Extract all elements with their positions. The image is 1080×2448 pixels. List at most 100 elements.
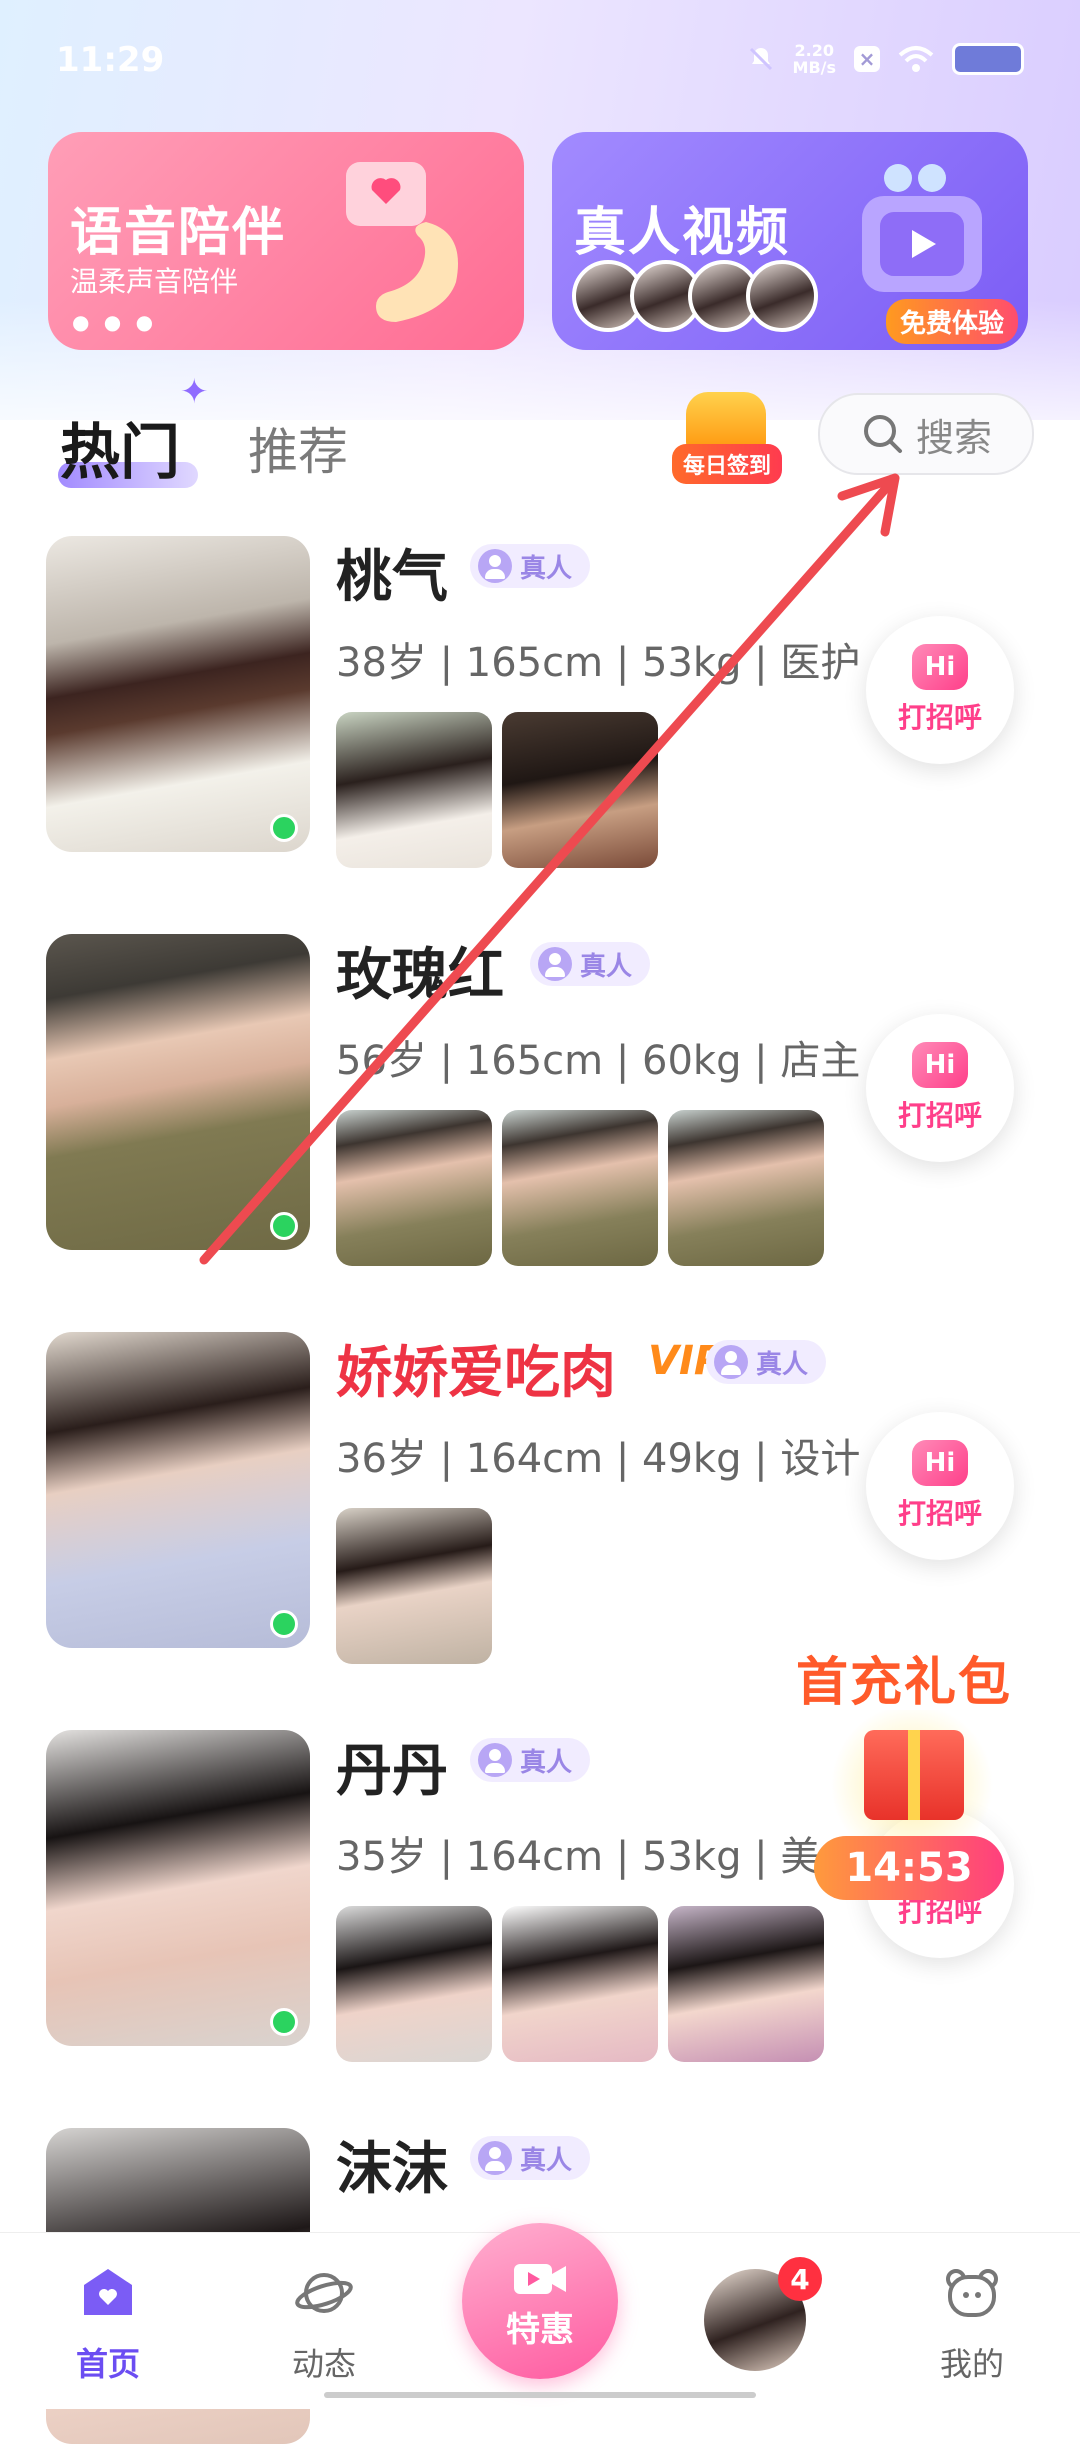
real-person-badge: 真人 xyxy=(470,2136,591,2180)
real-person-badge: 真人 xyxy=(530,942,651,986)
greet-button[interactable]: Hi 打招呼 xyxy=(866,616,1014,764)
daily-checkin-label: 每日签到 xyxy=(672,444,782,484)
planet-icon xyxy=(295,2273,353,2313)
real-person-label: 真人 xyxy=(520,2145,573,2176)
profile-photo[interactable] xyxy=(668,1110,824,1266)
real-person-label: 真人 xyxy=(520,1747,573,1778)
status-time: 11:29 xyxy=(56,40,165,80)
photo-strip xyxy=(336,1906,824,2062)
profile-avatar[interactable] xyxy=(46,934,310,1250)
greet-button[interactable]: Hi 打招呼 xyxy=(866,1014,1014,1162)
mini-avatar xyxy=(746,260,818,332)
profile-photo[interactable] xyxy=(336,1906,492,2062)
gift-title: 首充礼包 xyxy=(796,1653,1013,1713)
real-person-label: 真人 xyxy=(520,553,573,584)
profile-name: 桃气 xyxy=(336,545,448,610)
photo-strip xyxy=(336,1508,492,1664)
profile-name: 丹丹 xyxy=(336,1739,448,1804)
nav-dynamic[interactable]: 动态 xyxy=(254,2263,394,2385)
profile-avatar[interactable] xyxy=(46,1730,310,2046)
profile-photo[interactable] xyxy=(336,712,492,868)
profile-photo[interactable] xyxy=(336,1110,492,1266)
first-recharge-gift[interactable]: 首充礼包 14:53 xyxy=(790,1640,1030,1940)
phone-heart-icon xyxy=(346,162,458,322)
greet-label: 打招呼 xyxy=(897,1497,982,1530)
person-icon xyxy=(478,549,512,583)
category-tabs: 热门 ✦ 推荐 xyxy=(58,372,660,488)
network-speed: 2.20 MB/s xyxy=(793,42,836,76)
profile-avatar[interactable] xyxy=(46,536,310,852)
hi-bubble-icon: Hi xyxy=(912,1440,968,1486)
profile-name: 娇娇爱吃肉 xyxy=(336,1341,616,1406)
profile-name: 沫沫 xyxy=(336,2137,448,2202)
nav-home[interactable]: 首页 xyxy=(38,2263,178,2385)
voice-banner-title: 语音陪伴 xyxy=(70,203,287,263)
profile-info: 38岁 | 165cm | 53kg | 医护 xyxy=(336,640,861,686)
profile-avatar[interactable] xyxy=(46,1332,310,1648)
home-icon xyxy=(84,2269,132,2315)
battery-icon xyxy=(952,43,1024,75)
search-label: 搜索 xyxy=(915,415,992,460)
hi-bubble-icon: Hi xyxy=(912,1042,968,1088)
wifi-icon xyxy=(898,46,934,72)
real-person-badge: 真人 xyxy=(470,544,591,588)
voice-banner-subtitle: 温柔声音陪伴 xyxy=(70,265,239,298)
real-person-label: 真人 xyxy=(580,951,633,982)
bottom-nav: 首页 动态 特惠 4 我的 xyxy=(0,2223,1080,2409)
profile-photo[interactable] xyxy=(336,1508,492,1664)
profile-name: 玫瑰红 xyxy=(336,943,504,1008)
message-count-badge: 4 xyxy=(778,2257,822,2301)
nav-special-offer[interactable]: 特惠 xyxy=(462,2223,618,2379)
person-icon xyxy=(538,947,572,981)
network-speed-unit: MB/s xyxy=(792,58,836,77)
tab-hot[interactable]: 热门 xyxy=(60,404,180,491)
real-video-banner[interactable]: 真人视频 免费体验 xyxy=(552,132,1028,350)
greet-label: 打招呼 xyxy=(897,1099,982,1132)
bear-face-icon xyxy=(946,2269,998,2317)
profile-card[interactable]: 玫瑰红 真人 56岁 | 165cm | 60kg | 店主 Hi 打招呼 xyxy=(46,934,1046,1266)
online-indicator xyxy=(270,2008,298,2036)
online-indicator xyxy=(270,1212,298,1240)
profile-info: 36岁 | 164cm | 49kg | 设计 xyxy=(336,1436,861,1482)
nav-mine[interactable]: 我的 xyxy=(902,2263,1042,2385)
video-camera-icon xyxy=(514,2263,566,2294)
sparkle-icon: ✦ xyxy=(180,372,209,412)
status-icons: 2.20 MB/s × xyxy=(747,42,1024,76)
close-box-icon: × xyxy=(854,46,880,72)
tab-recommend[interactable]: 推荐 xyxy=(248,412,348,484)
profile-photo[interactable] xyxy=(502,712,658,868)
nav-dynamic-label: 动态 xyxy=(291,2345,356,2383)
photo-strip xyxy=(336,1110,824,1266)
real-person-badge: 真人 xyxy=(706,1340,827,1384)
person-icon xyxy=(478,1743,512,1777)
home-indicator[interactable] xyxy=(324,2392,756,2398)
profile-photo[interactable] xyxy=(502,1906,658,2062)
gift-countdown: 14:53 xyxy=(814,1836,1004,1900)
real-person-label: 真人 xyxy=(756,1349,809,1380)
search-icon xyxy=(863,415,902,453)
profile-card[interactable]: 娇娇爱吃肉 VIP 真人 36岁 | 164cm | 49kg | 设计 Hi … xyxy=(46,1332,1046,1664)
search-button[interactable]: 搜索 xyxy=(818,393,1034,475)
free-trial-badge: 免费体验 xyxy=(885,299,1018,344)
profile-info: 56岁 | 165cm | 60kg | 店主 xyxy=(336,1038,861,1084)
profile-card[interactable]: 桃气 真人 38岁 | 165cm | 53kg | 医护 Hi 打招呼 xyxy=(46,536,1046,868)
person-icon xyxy=(714,1345,748,1379)
nav-special-label: 特惠 xyxy=(506,2309,574,2350)
video-avatar-row xyxy=(572,260,818,332)
video-banner-title: 真人视频 xyxy=(574,203,791,263)
photo-strip xyxy=(336,712,658,868)
status-bar: 11:29 2.20 MB/s × xyxy=(0,0,1080,120)
real-person-badge: 真人 xyxy=(470,1738,591,1782)
voice-banner-dots: ● ● ● xyxy=(72,310,158,334)
network-speed-value: 2.20 xyxy=(794,41,834,60)
voice-companion-banner[interactable]: 语音陪伴 温柔声音陪伴 ● ● ● xyxy=(48,132,524,350)
hi-bubble-icon: Hi xyxy=(912,644,968,690)
daily-checkin-button[interactable]: 每日签到 xyxy=(672,378,782,486)
online-indicator xyxy=(270,814,298,842)
greet-button[interactable]: Hi 打招呼 xyxy=(866,1412,1014,1560)
online-indicator xyxy=(270,1610,298,1638)
video-camera-icon xyxy=(862,164,982,292)
gift-ribbon xyxy=(908,1730,920,1820)
nav-home-label: 首页 xyxy=(75,2345,140,2383)
profile-photo[interactable] xyxy=(502,1110,658,1266)
